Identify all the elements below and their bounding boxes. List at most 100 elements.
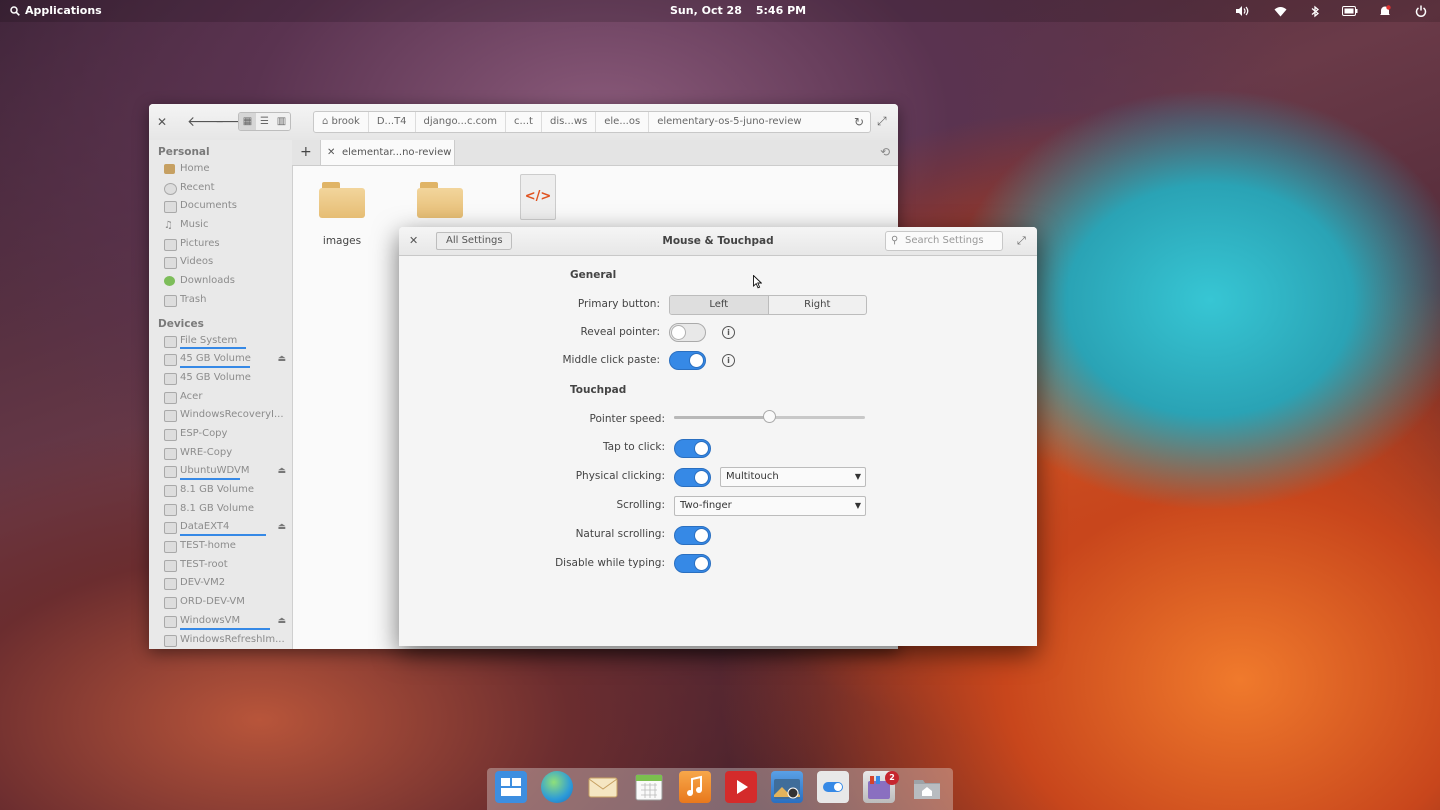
sidebar-item-videos[interactable]: Videos xyxy=(149,253,292,272)
notifications-icon[interactable] xyxy=(1377,3,1393,19)
drive-icon xyxy=(164,578,177,591)
breadcrumb-item[interactable]: ⌂ brook xyxy=(314,112,369,132)
applications-menu[interactable]: Applications xyxy=(10,4,102,17)
primary-left-option[interactable]: Left xyxy=(670,296,769,314)
list-view-icon[interactable]: ☰ xyxy=(256,113,273,130)
mail-icon[interactable] xyxy=(587,771,619,803)
photos-icon[interactable] xyxy=(771,771,803,803)
breadcrumb-item[interactable]: dis...ws xyxy=(542,112,597,132)
file-item[interactable]: images xyxy=(302,170,382,247)
eject-icon[interactable]: ⏏ xyxy=(277,462,286,481)
search-input[interactable]: ⚲ Search Settings xyxy=(885,231,1003,251)
scrolling-dropdown[interactable]: Two-finger ▼ xyxy=(674,496,866,516)
drive-icon xyxy=(164,391,177,404)
wifi-icon[interactable] xyxy=(1272,3,1288,19)
sidebar-item-device[interactable]: File System xyxy=(149,332,292,351)
calendar-icon[interactable] xyxy=(633,771,665,803)
home-icon: ⌂ xyxy=(322,116,329,127)
info-icon[interactable]: i xyxy=(722,354,735,367)
sidebar-item-music[interactable]: ♫ Music xyxy=(149,216,292,235)
maximize-icon[interactable]: ⤢ xyxy=(1017,234,1026,248)
chevron-down-icon: ▼ xyxy=(854,472,861,481)
multitasking-view-icon[interactable] xyxy=(495,771,527,803)
sidebar-item-device[interactable]: DEV-VM2 xyxy=(149,574,292,593)
eject-icon[interactable]: ⏏ xyxy=(277,612,286,631)
battery-icon[interactable] xyxy=(1342,3,1358,19)
maximize-icon[interactable]: ⤢ xyxy=(877,114,887,129)
drive-icon xyxy=(164,597,177,610)
drive-icon xyxy=(164,634,177,647)
sidebar-item-documents[interactable]: Documents xyxy=(149,197,292,216)
physical-clicking-switch[interactable] xyxy=(674,468,711,487)
sidebar-item-device[interactable]: WindowsVM ⏏ xyxy=(149,612,292,631)
slider-handle[interactable] xyxy=(762,410,776,423)
drive-icon xyxy=(164,503,177,516)
sidebar-item-pictures[interactable]: Pictures xyxy=(149,235,292,254)
eject-icon[interactable]: ⏏ xyxy=(277,518,286,537)
sidebar-item-device[interactable]: ESP-Copy xyxy=(149,425,292,444)
sidebar-item-device[interactable]: 8.1 GB Volume xyxy=(149,500,292,519)
sidebar-item-trash[interactable]: Trash xyxy=(149,291,292,310)
sidebar-item-device[interactable]: 8.1 GB Volume xyxy=(149,481,292,500)
column-view-icon[interactable]: ▥ xyxy=(273,113,290,130)
folder-icon xyxy=(417,182,463,218)
sidebar-item-device[interactable]: Acer xyxy=(149,388,292,407)
sidebar-item-device[interactable]: WindowsRecoveryI... xyxy=(149,406,292,425)
file-item[interactable] xyxy=(400,170,480,218)
web-browser-icon[interactable] xyxy=(541,771,573,803)
pictures-icon xyxy=(164,238,177,251)
sidebar-item-device[interactable]: TEST-root xyxy=(149,556,292,575)
sidebar-item-device[interactable]: TEST-home xyxy=(149,537,292,556)
eject-icon[interactable]: ⏏ xyxy=(277,350,286,369)
files-icon[interactable] xyxy=(911,771,943,803)
system-settings-icon[interactable] xyxy=(817,771,849,803)
slider-fill xyxy=(674,416,770,419)
close-tab-icon[interactable]: ✕ xyxy=(327,140,335,165)
datetime-indicator[interactable]: Sun, Oct 28 5:46 PM xyxy=(670,4,806,17)
sidebar-item-device[interactable]: 45 GB Volume ⏏ xyxy=(149,350,292,369)
file-item[interactable]: </> xyxy=(498,166,578,220)
drive-icon xyxy=(164,372,177,385)
history-icon[interactable]: ⟲ xyxy=(880,145,890,159)
sidebar-item-device[interactable]: WRE-Copy xyxy=(149,444,292,463)
info-icon[interactable]: i xyxy=(722,326,735,339)
middle-click-switch[interactable] xyxy=(669,351,706,370)
videos-icon xyxy=(164,257,177,270)
primary-right-option[interactable]: Right xyxy=(769,296,867,314)
usage-bar xyxy=(180,365,250,368)
new-tab-icon[interactable]: + xyxy=(300,144,312,160)
breadcrumb-item[interactable]: django...c.com xyxy=(416,112,506,132)
folder-icon xyxy=(319,182,365,218)
volume-icon[interactable] xyxy=(1234,3,1250,19)
section-header-touchpad: Touchpad xyxy=(570,384,627,396)
sidebar-item-recent[interactable]: Recent xyxy=(149,179,292,198)
sidebar-item-downloads[interactable]: Downloads xyxy=(149,272,292,291)
reveal-pointer-switch[interactable] xyxy=(669,323,706,342)
videos-icon[interactable] xyxy=(725,771,757,803)
close-icon[interactable]: ✕ xyxy=(157,115,167,129)
breadcrumb[interactable]: ⌂ brook D...T4 django...c.com c...t dis.… xyxy=(313,111,871,133)
sidebar-header-personal: Personal xyxy=(158,146,210,158)
reload-icon[interactable]: ↻ xyxy=(854,115,864,129)
sidebar-item-device[interactable]: WindowsRefreshIm... xyxy=(149,631,292,650)
physical-clicking-dropdown[interactable]: Multitouch ▼ xyxy=(720,467,866,487)
pointer-speed-slider[interactable] xyxy=(674,410,865,423)
breadcrumb-item[interactable]: elementary-os-5-juno-review xyxy=(649,112,809,132)
power-icon[interactable] xyxy=(1413,3,1429,19)
breadcrumb-item[interactable]: c...t xyxy=(506,112,542,132)
usage-bar xyxy=(180,627,270,630)
breadcrumb-item[interactable]: D...T4 xyxy=(369,112,416,132)
tap-to-click-switch[interactable] xyxy=(674,439,711,458)
sidebar-item-home[interactable]: Home xyxy=(149,160,292,179)
sidebar-item-device[interactable]: DataEXT4 ⏏ xyxy=(149,518,292,537)
disable-while-typing-switch[interactable] xyxy=(674,554,711,573)
sidebar-item-device[interactable]: ORD-DEV-VM xyxy=(149,593,292,612)
grid-view-icon[interactable]: ▦ xyxy=(239,113,256,130)
tab-elementary-review[interactable]: ✕ elementar...no-review xyxy=(320,140,455,165)
natural-scrolling-switch[interactable] xyxy=(674,526,711,545)
breadcrumb-item[interactable]: ele...os xyxy=(596,112,650,132)
sidebar-item-device[interactable]: 45 GB Volume xyxy=(149,369,292,388)
music-icon[interactable] xyxy=(679,771,711,803)
bluetooth-icon[interactable] xyxy=(1307,3,1323,19)
sidebar-item-device[interactable]: UbuntuWDVM ⏏ xyxy=(149,462,292,481)
